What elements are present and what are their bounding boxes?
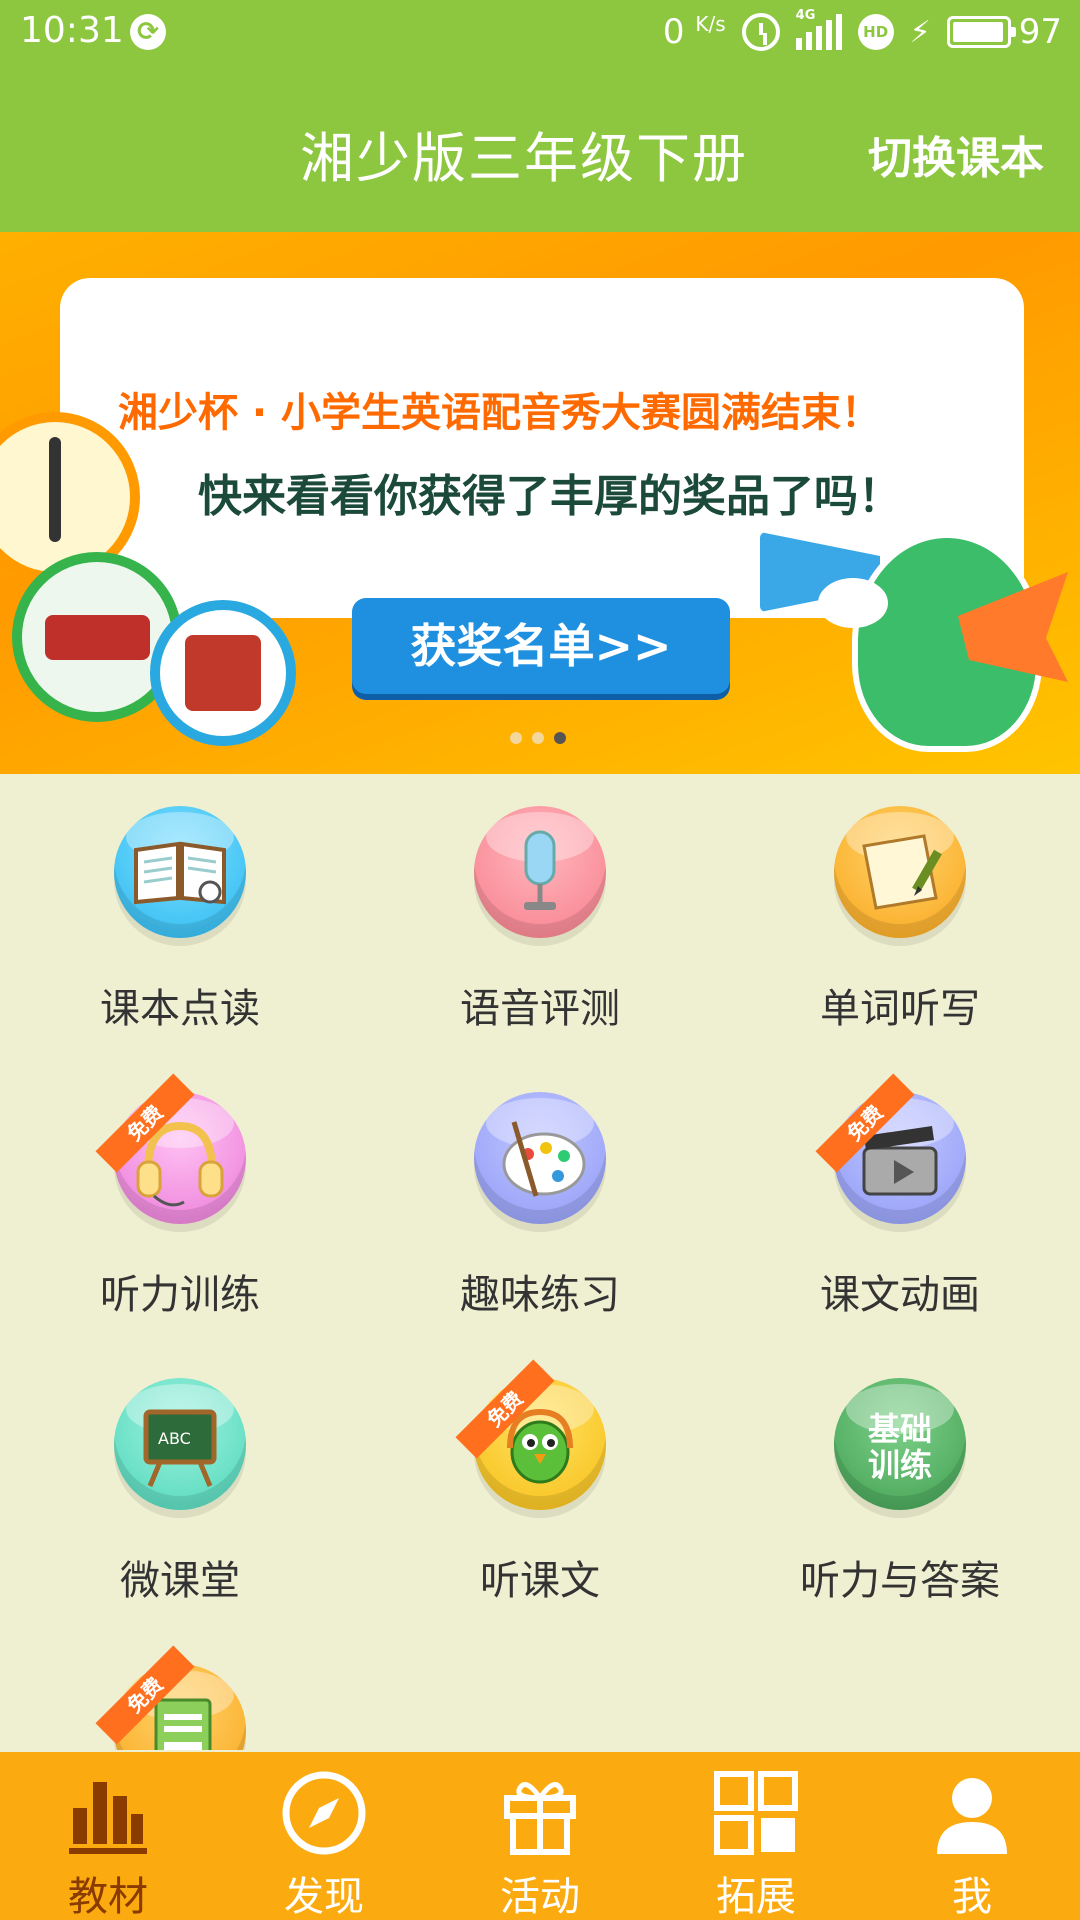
- feature-micro-class[interactable]: ABC 微课堂: [0, 1348, 360, 1632]
- sync-icon: ⟳: [130, 14, 166, 50]
- feature-voice-evaluation[interactable]: 语音评测: [360, 776, 720, 1060]
- nav-label: 教材: [68, 1874, 148, 1920]
- feature-document[interactable]: 免费: [0, 1634, 360, 1750]
- nav-tab-textbook[interactable]: 教材: [0, 1752, 216, 1920]
- award-list-button[interactable]: 获奖名单>>: [352, 598, 730, 694]
- banner-subheadline: 快来看看你获得了丰厚的奖品了吗！: [198, 471, 902, 522]
- feature-listening-training[interactable]: 免费 听力训练: [0, 1062, 360, 1346]
- feature-label: 微课堂: [120, 1558, 240, 1604]
- feature-label: 课文动画: [820, 1272, 980, 1318]
- charging-icon: ⚡: [909, 14, 931, 50]
- battery-icon: [946, 16, 1016, 48]
- feature-label: 趣味练习: [460, 1272, 620, 1318]
- user-icon: [937, 1778, 1007, 1854]
- signal-icon: 4G: [795, 8, 842, 50]
- nav-tab-me[interactable]: 我: [864, 1752, 1080, 1920]
- feature-listen-text[interactable]: 免费 听课文: [360, 1348, 720, 1632]
- basic-training-text-bottom: 训练: [868, 1446, 932, 1484]
- feature-label: 单词听写: [820, 986, 980, 1032]
- bottom-navigation: 教材 发现 活动 拓展 我: [0, 1752, 1080, 1920]
- feature-label: 课本点读: [100, 986, 260, 1032]
- app-header: 湘少版三年级下册 切换课本: [0, 64, 1080, 232]
- basic-training-icon: 基础 训练: [834, 1378, 966, 1510]
- svg-text:ABC: ABC: [158, 1429, 191, 1448]
- battery-fill: [952, 22, 1004, 42]
- nav-label: 拓展: [716, 1874, 796, 1920]
- nav-tab-expand[interactable]: 拓展: [648, 1752, 864, 1920]
- grid-icon: [714, 1771, 798, 1855]
- switch-textbook-button[interactable]: 切换课本: [868, 122, 1044, 186]
- nav-tab-discover[interactable]: 发现: [216, 1752, 432, 1920]
- feature-listening-answers[interactable]: 基础 训练 听力与答案: [720, 1348, 1080, 1632]
- stationery-prize-image: [150, 600, 296, 746]
- nav-tab-activity[interactable]: 活动: [432, 1752, 648, 1920]
- feature-label: 听课文: [480, 1558, 600, 1604]
- page-dot: [532, 732, 544, 744]
- status-bar: 10:31 ⟳ 0 K/s 4G HD ⚡ 97: [0, 0, 1080, 64]
- nav-label: 活动: [500, 1874, 580, 1920]
- page-dot-active: [554, 732, 566, 744]
- banner-page-indicator: [510, 732, 566, 744]
- microphone-icon: [474, 806, 606, 938]
- basic-training-text-top: 基础: [868, 1410, 932, 1448]
- network-speed-value: 0: [662, 12, 685, 52]
- hd-voice-icon: HD: [857, 14, 894, 50]
- network-speed: 0 K/s: [663, 12, 726, 52]
- feature-word-dictation[interactable]: 单词听写: [720, 776, 1080, 1060]
- alarm-icon: [741, 13, 780, 51]
- feature-label: 听力训练: [100, 1272, 260, 1318]
- nav-label: 我: [952, 1874, 992, 1920]
- feature-fun-practice[interactable]: 趣味练习: [360, 1062, 720, 1346]
- page-dot: [510, 732, 522, 744]
- status-indicators: 0 K/s 4G HD ⚡ 97: [663, 8, 1062, 56]
- promo-banner[interactable]: 湘少杯 · 小学生英语配音秀大赛圆满结束！ 快来看看你获得了丰厚的奖品了吗！ 获…: [0, 232, 1080, 774]
- nav-label: 发现: [284, 1874, 364, 1920]
- gift-icon: [504, 1782, 576, 1855]
- banner-headline: 湘少杯 · 小学生英语配音秀大赛圆满结束！: [118, 390, 882, 436]
- feature-label: 听力与答案: [800, 1558, 1000, 1604]
- feature-label: 语音评测: [460, 986, 620, 1032]
- battery-level: 97: [1018, 12, 1062, 52]
- compass-icon: [282, 1771, 366, 1855]
- feature-grid: 课本点读 语音评测 单词听写 免费 听力训练 趣味练习 免费 课文动画 ABC …: [0, 776, 1080, 1750]
- book-reading-icon: [114, 806, 246, 938]
- page-title: 湘少版三年级下册: [300, 127, 748, 190]
- status-time: 10:31: [20, 10, 124, 51]
- bar-chart-icon: [69, 1782, 147, 1854]
- feature-text-animation[interactable]: 免费 课文动画: [720, 1062, 1080, 1346]
- notepad-pencil-icon: [834, 806, 966, 938]
- feature-textbook-reading[interactable]: 课本点读: [0, 776, 360, 1060]
- chalkboard-icon: ABC: [114, 1378, 246, 1510]
- paint-palette-icon: [474, 1092, 606, 1224]
- network-speed-unit: K/s: [695, 12, 726, 36]
- signal-type: 4G: [795, 8, 816, 23]
